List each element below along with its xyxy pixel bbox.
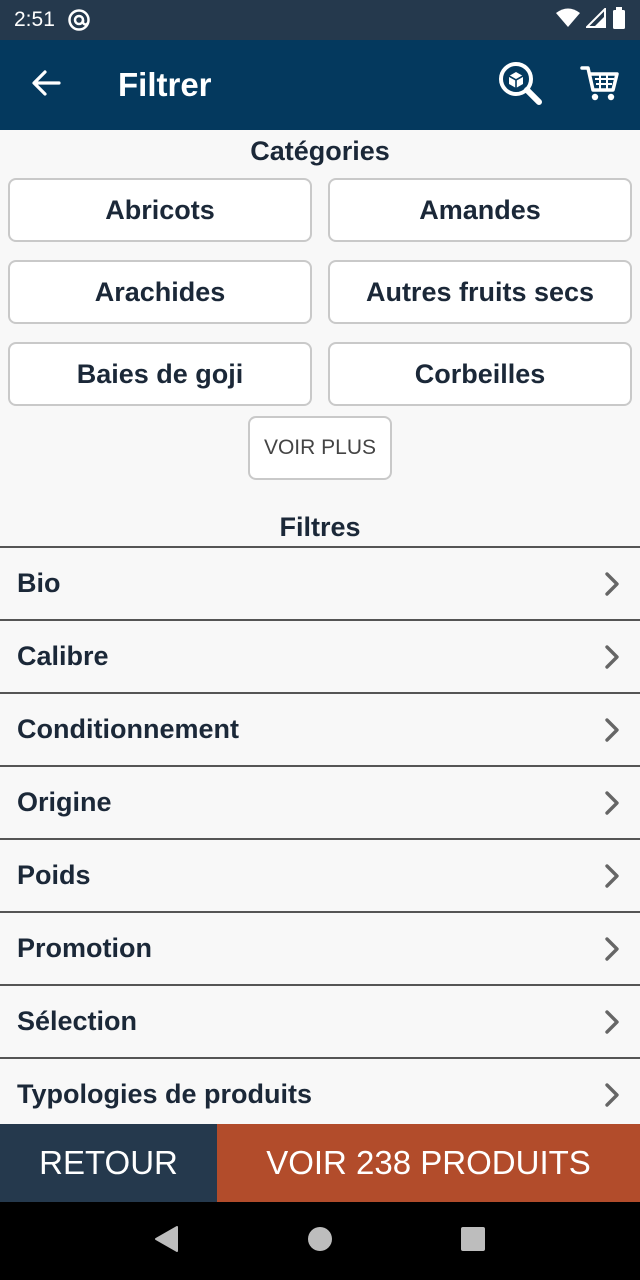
category-arachides-button[interactable]: Arachides bbox=[8, 260, 312, 324]
filters-title: Filtres bbox=[279, 512, 361, 542]
bottom-action-bar: RETOUR VOIR 238 PRODUITS bbox=[0, 1124, 640, 1202]
filter-row-typologies-de-produits[interactable]: Typologies de produits bbox=[0, 1059, 640, 1124]
page-title: Filtrer bbox=[118, 66, 212, 103]
filter-row-selection[interactable]: Sélection bbox=[0, 986, 640, 1059]
retour-button[interactable]: RETOUR bbox=[0, 1124, 217, 1202]
cart-button[interactable] bbox=[560, 40, 640, 130]
chevron-right-icon bbox=[600, 1079, 624, 1111]
filter-row-poids[interactable]: Poids bbox=[0, 840, 640, 913]
chevron-right-icon bbox=[600, 933, 624, 965]
filter-label: Poids bbox=[17, 860, 91, 890]
wifi-icon bbox=[556, 8, 580, 33]
category-autres-fruits-secs-button[interactable]: Autres fruits secs bbox=[328, 260, 632, 324]
filter-label: Sélection bbox=[17, 1006, 138, 1036]
back-button[interactable] bbox=[0, 40, 92, 130]
system-nav-bar bbox=[0, 1202, 640, 1280]
chevron-right-icon bbox=[600, 568, 624, 600]
signal-icon bbox=[584, 6, 606, 33]
nav-back-button[interactable] bbox=[137, 1211, 197, 1271]
filter-row-origine[interactable]: Origine bbox=[0, 767, 640, 840]
triangle-back-icon bbox=[154, 1225, 180, 1258]
product-search-button[interactable] bbox=[480, 40, 560, 130]
filter-row-calibre[interactable]: Calibre bbox=[0, 621, 640, 694]
app-bar: Filtrer bbox=[0, 40, 640, 130]
cart-icon bbox=[580, 64, 620, 107]
status-time: 2:51 bbox=[14, 8, 55, 31]
filter-list: Bio Calibre Conditionnement Origine Poid… bbox=[0, 546, 640, 1124]
filter-label: Typologies de produits bbox=[17, 1079, 313, 1109]
circle-home-icon bbox=[307, 1226, 333, 1257]
filter-row-promotion[interactable]: Promotion bbox=[0, 913, 640, 986]
battery-icon bbox=[612, 6, 626, 34]
nav-home-button[interactable] bbox=[290, 1211, 350, 1271]
filter-label: Origine bbox=[17, 787, 112, 817]
category-abricots-button[interactable]: Abricots bbox=[8, 178, 312, 242]
chevron-right-icon bbox=[600, 714, 624, 746]
filter-row-conditionnement[interactable]: Conditionnement bbox=[0, 694, 640, 767]
chevron-right-icon bbox=[600, 860, 624, 892]
category-amandes-button[interactable]: Amandes bbox=[328, 178, 632, 242]
see-products-button[interactable]: VOIR 238 PRODUITS bbox=[217, 1124, 640, 1202]
chevron-right-icon bbox=[600, 1006, 624, 1038]
filter-label: Bio bbox=[17, 568, 61, 598]
category-baies-de-goji-button[interactable]: Baies de goji bbox=[8, 342, 312, 406]
filter-label: Promotion bbox=[17, 933, 152, 963]
filter-label: Conditionnement bbox=[17, 714, 239, 744]
nav-recents-button[interactable] bbox=[443, 1211, 503, 1271]
chevron-right-icon bbox=[600, 787, 624, 819]
search-box-icon bbox=[497, 60, 543, 111]
category-corbeilles-button[interactable]: Corbeilles bbox=[328, 342, 632, 406]
categories-title: Catégories bbox=[250, 136, 390, 166]
square-recents-icon bbox=[460, 1226, 486, 1257]
at-sign-icon bbox=[67, 8, 91, 32]
category-grid: Abricots Amandes Arachides Autres fruits… bbox=[8, 178, 632, 406]
arrow-left-icon bbox=[31, 69, 61, 102]
filter-row-bio[interactable]: Bio bbox=[0, 548, 640, 621]
filter-content: Catégories Abricots Amandes Arachides Au… bbox=[0, 130, 640, 1124]
chevron-right-icon bbox=[600, 641, 624, 673]
status-bar: 2:51 bbox=[0, 0, 640, 40]
filter-label: Calibre bbox=[17, 641, 109, 671]
see-more-button[interactable]: VOIR PLUS bbox=[248, 416, 392, 480]
